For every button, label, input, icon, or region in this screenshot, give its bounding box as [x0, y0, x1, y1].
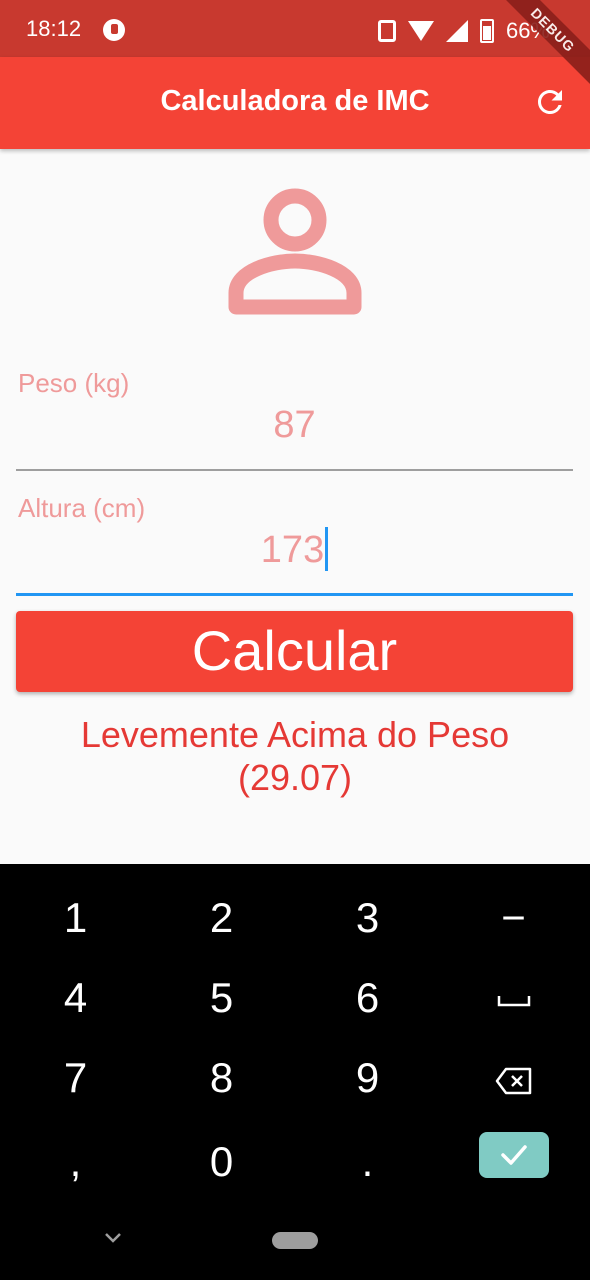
key-6[interactable]: 6 [294, 958, 441, 1038]
hide-keyboard-chevron-icon[interactable] [103, 1230, 123, 1244]
weight-field[interactable]: Peso (kg) 87 [16, 362, 573, 472]
wifi-icon [407, 21, 434, 41]
result-value: (29.07) [237, 757, 353, 798]
key-4[interactable]: 4 [2, 958, 149, 1038]
key-space[interactable] [440, 958, 587, 1038]
home-gesture-pill[interactable] [272, 1232, 318, 1249]
weight-label: Peso (kg) [18, 368, 130, 398]
height-value: 173 [260, 529, 325, 571]
status-icons: 66% [377, 18, 550, 44]
key-comma[interactable]: , [2, 1122, 149, 1202]
result-text: Levemente Acima do Peso (29.07) [20, 713, 570, 799]
key-enter[interactable] [479, 1132, 549, 1178]
key-8[interactable]: 8 [148, 1038, 295, 1118]
key-5[interactable]: 5 [148, 958, 295, 1038]
key-backspace[interactable] [440, 1038, 587, 1118]
app-bar: Calculadora de IMC [0, 57, 590, 149]
weight-underline [16, 469, 573, 471]
key-7[interactable]: 7 [2, 1038, 149, 1118]
key-2[interactable]: 2 [148, 878, 295, 958]
vibrate-icon [377, 20, 396, 42]
key-3[interactable]: 3 [294, 878, 441, 958]
height-field[interactable]: Altura (cm) 173 [16, 487, 573, 599]
space-icon [497, 995, 530, 1007]
key-1[interactable]: 1 [2, 878, 149, 958]
key-0[interactable]: 0 [148, 1122, 295, 1202]
height-underline [16, 593, 573, 596]
battery-icon [479, 19, 494, 43]
status-bar: 18:12 66% [0, 0, 590, 57]
app-notification-icon [103, 19, 125, 41]
result-classification: Levemente Acima do Peso [80, 714, 510, 755]
refresh-icon[interactable] [532, 84, 568, 120]
person-icon [228, 188, 362, 315]
signal-icon [445, 20, 468, 42]
key-period[interactable]: . [294, 1122, 441, 1202]
calculate-button[interactable]: Calcular [16, 611, 573, 692]
weight-value: 87 [273, 404, 316, 446]
weight-input[interactable]: 87 [16, 404, 573, 447]
backspace-icon [495, 1067, 531, 1095]
text-cursor [325, 526, 329, 571]
status-time: 18:12 [26, 16, 82, 41]
check-icon [501, 1145, 527, 1165]
height-input[interactable]: 173 [16, 526, 573, 574]
numeric-keyboard: 1 2 3 − 4 5 6 7 8 9 , 0 . [0, 864, 590, 1280]
key-minus[interactable]: − [440, 878, 587, 958]
key-9[interactable]: 9 [294, 1038, 441, 1118]
height-label: Altura (cm) [18, 493, 146, 523]
app-title: Calculadora de IMC [160, 85, 430, 117]
